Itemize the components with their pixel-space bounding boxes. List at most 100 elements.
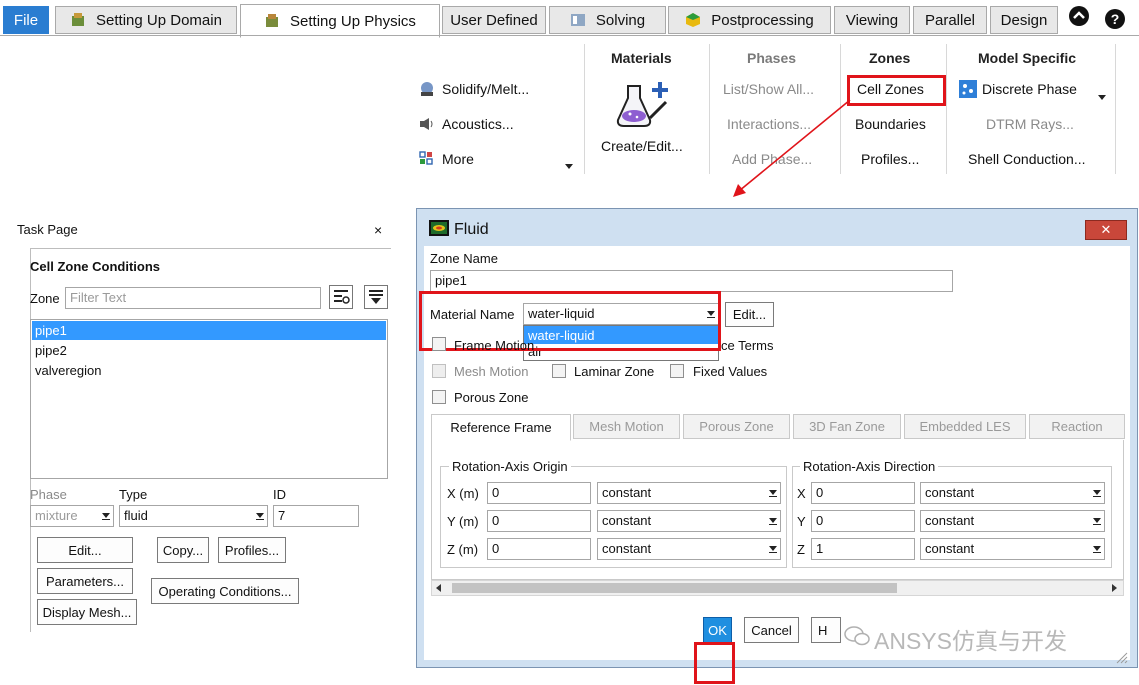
profiles-button[interactable]: Profiles... [218, 537, 286, 563]
zone-list[interactable]: pipe1 pipe2 valveregion [30, 319, 388, 479]
phases-group-title: Phases [747, 50, 797, 66]
ok-button[interactable]: OK [703, 617, 732, 643]
domain-icon [70, 12, 86, 28]
tab-user-defined[interactable]: User Defined [442, 6, 546, 34]
acoustics-button[interactable]: Acoustics... [442, 116, 514, 132]
porous-zone-label: Porous Zone [454, 390, 529, 405]
origin-y-method-select[interactable]: constant [597, 510, 781, 532]
more-dropdown-icon[interactable] [565, 164, 573, 169]
tab-porous-zone[interactable]: Porous Zone [683, 414, 790, 439]
list-item[interactable]: pipe1 [35, 323, 67, 338]
phase-select[interactable]: mixture [30, 505, 114, 527]
tab-file[interactable]: File [3, 6, 49, 34]
dtrm-rays-button[interactable]: DTRM Rays... [986, 116, 1074, 132]
tab-parallel[interactable]: Parallel [913, 6, 987, 34]
tab-solving[interactable]: Solving [549, 6, 666, 34]
tab-reaction[interactable]: Reaction [1029, 414, 1125, 439]
help-icon[interactable]: ? [1104, 8, 1126, 30]
material-edit-button[interactable]: Edit... [725, 302, 774, 327]
origin-z-label: Z (m) [447, 542, 479, 557]
collapse-ribbon-icon[interactable] [1069, 6, 1089, 26]
direction-y-method-select[interactable]: constant [920, 510, 1105, 532]
origin-x-field[interactable]: 0 [487, 482, 591, 504]
origin-y-field[interactable]: 0 [487, 510, 591, 532]
chevron-down-icon [1093, 490, 1101, 495]
acoustics-icon [419, 117, 435, 131]
annotation-arrow [733, 99, 851, 197]
origin-z-field[interactable]: 0 [487, 538, 591, 560]
origin-z-method-select[interactable]: constant [597, 538, 781, 560]
ribbon-separator [709, 44, 710, 174]
cancel-button[interactable]: Cancel [744, 617, 799, 643]
resize-grip-icon[interactable] [1114, 650, 1128, 664]
direction-z-field[interactable]: 1 [811, 538, 915, 560]
copy-button[interactable]: Copy... [157, 537, 209, 563]
tab-embedded-les[interactable]: Embedded LES [904, 414, 1026, 439]
parameters-button[interactable]: Parameters... [37, 568, 133, 594]
filter-settings-icon[interactable] [329, 285, 353, 309]
postprocessing-icon [685, 12, 701, 28]
direction-y-field[interactable]: 0 [811, 510, 915, 532]
zone-name-field[interactable]: pipe1 [430, 270, 953, 292]
zone-filter-input[interactable]: Filter Text [65, 287, 321, 309]
direction-y-label: Y [797, 514, 806, 529]
list-show-all-phases-button[interactable]: List/Show All... [723, 81, 814, 97]
chevron-down-icon [769, 518, 777, 523]
source-terms-label: ce Terms [721, 338, 774, 353]
list-item-selected-bg [32, 321, 386, 340]
list-options-icon[interactable] [364, 285, 388, 309]
chevron-down-icon [769, 546, 777, 551]
laminar-zone-checkbox[interactable] [552, 364, 566, 378]
zone-id-field[interactable]: 7 [273, 505, 359, 527]
materials-flask-icon[interactable] [616, 80, 674, 130]
solidify-melt-button[interactable]: Solidify/Melt... [442, 81, 529, 97]
solidify-melt-icon [418, 80, 436, 98]
ribbon-separator [584, 44, 585, 174]
dialog-close-button[interactable]: ✕ [1085, 220, 1127, 240]
boundaries-button[interactable]: Boundaries [855, 116, 926, 132]
direction-x-method-select[interactable]: constant [920, 482, 1105, 504]
fixed-values-checkbox[interactable] [670, 364, 684, 378]
edit-button[interactable]: Edit... [37, 537, 133, 563]
origin-y-label: Y (m) [447, 514, 479, 529]
watermark-text: ANSYS仿真与开发 [874, 628, 1067, 654]
scroll-right-icon[interactable] [1112, 584, 1117, 592]
ok-highlight [694, 642, 735, 684]
laminar-zone-label: Laminar Zone [574, 364, 655, 379]
model-specific-dropdown-icon[interactable] [1098, 95, 1106, 100]
physics-icon [264, 13, 280, 29]
porous-zone-checkbox[interactable] [432, 390, 446, 404]
type-select[interactable]: fluid [119, 505, 268, 527]
direction-x-field[interactable]: 0 [811, 482, 915, 504]
discrete-phase-button[interactable]: Discrete Phase [982, 81, 1077, 97]
dialog-title: Fluid [454, 221, 489, 238]
help-button[interactable]: H [811, 617, 841, 643]
discrete-phase-icon [959, 80, 977, 98]
direction-z-method-select[interactable]: constant [920, 538, 1105, 560]
tab-mesh-motion[interactable]: Mesh Motion [573, 414, 680, 439]
list-item[interactable]: pipe2 [35, 343, 67, 358]
tab-reference-frame[interactable]: Reference Frame [431, 414, 571, 441]
id-label: ID [273, 487, 286, 502]
tab-setting-up-physics[interactable]: Setting Up Physics [240, 4, 440, 38]
profiles-button[interactable]: Profiles... [861, 151, 919, 167]
rotation-axis-origin-title: Rotation-Axis Origin [449, 459, 571, 474]
scroll-left-icon[interactable] [436, 584, 441, 592]
scrollbar-thumb[interactable] [452, 583, 897, 593]
more-button[interactable]: More [442, 151, 474, 167]
origin-x-method-select[interactable]: constant [597, 482, 781, 504]
list-item[interactable]: valveregion [35, 363, 102, 378]
tab-viewing[interactable]: Viewing [834, 6, 910, 34]
shell-conduction-button[interactable]: Shell Conduction... [968, 151, 1086, 167]
horizontal-scrollbar[interactable] [431, 580, 1124, 596]
tab-setting-up-domain[interactable]: Setting Up Domain [55, 6, 237, 34]
tab-design[interactable]: Design [990, 6, 1058, 34]
create-edit-materials-button[interactable]: Create/Edit... [601, 138, 683, 154]
operating-conditions-button[interactable]: Operating Conditions... [151, 578, 299, 604]
tab-3d-fan-zone[interactable]: 3D Fan Zone [793, 414, 901, 439]
frame-motion-checkbox[interactable] [432, 337, 446, 351]
display-mesh-button[interactable]: Display Mesh... [37, 599, 137, 625]
mesh-motion-checkbox[interactable] [432, 364, 446, 378]
tab-postprocessing[interactable]: Postprocessing [668, 6, 831, 34]
close-icon[interactable]: × [374, 222, 382, 238]
